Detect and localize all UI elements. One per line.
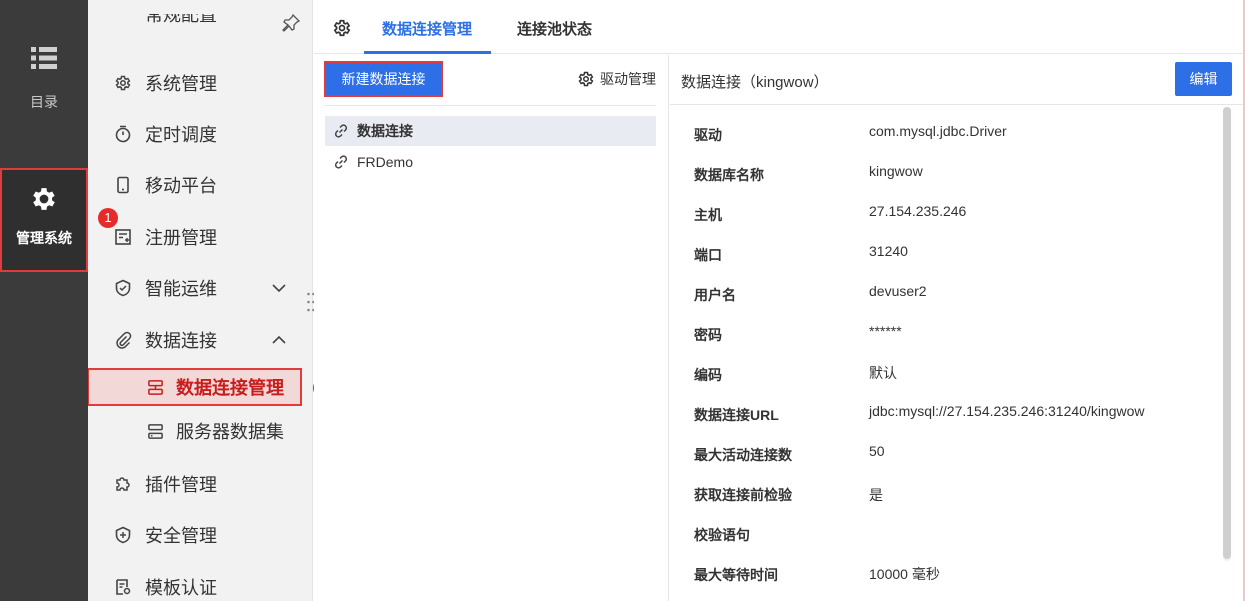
- paperclip-icon: [116, 331, 132, 349]
- link-icon: [334, 124, 348, 138]
- submenu-item-data-connection-management[interactable]: 数据连接管理: [88, 368, 302, 406]
- menu-item-smart-ops[interactable]: 智能运维: [88, 268, 312, 308]
- chevron-up-icon[interactable]: [271, 332, 287, 348]
- field-label: 编码: [694, 367, 722, 383]
- menu-item-label: 智能运维: [145, 279, 217, 299]
- list-icon: [31, 47, 57, 69]
- menu-item-template-certification[interactable]: 模板认证: [88, 567, 312, 601]
- menu-item-label: 定时调度: [145, 125, 217, 145]
- link-icon: [334, 155, 348, 169]
- field-value: kingwow: [869, 163, 923, 179]
- field-value: 31240: [869, 243, 908, 259]
- connection-list-panel: 新建数据连接 驱动管理 数据连接 FRDemo: [314, 55, 669, 601]
- connection-detail-panel: 数据连接（kingwow） 编辑 驱动 com.mysql.jdbc.Drive…: [670, 55, 1245, 601]
- menu-item-system-management[interactable]: 系统管理: [88, 63, 312, 103]
- menu-item-plugin-management[interactable]: 插件管理: [88, 464, 312, 504]
- tab-data-connection-management[interactable]: 数据连接管理: [364, 18, 491, 54]
- field-value: 50: [869, 443, 885, 459]
- connection-item-selected[interactable]: 数据连接: [325, 116, 656, 146]
- menu-item-data-connection[interactable]: 数据连接: [88, 320, 312, 360]
- gear-icon: [578, 71, 594, 87]
- submenu-item-label: 服务器数据集: [176, 422, 284, 442]
- submenu-item-label: 数据连接管理: [176, 378, 284, 398]
- menu-item-scheduling[interactable]: 定时调度: [88, 114, 312, 154]
- connection-item-label: 数据连接: [357, 123, 413, 139]
- field-label: 校验语句: [694, 527, 750, 543]
- gear-icon[interactable]: [332, 18, 352, 38]
- field-value: devuser2: [869, 283, 927, 299]
- menu-item-label: 移动平台: [145, 176, 217, 196]
- field-value: ******: [869, 323, 902, 339]
- menu-item-label: 注册管理: [145, 228, 217, 248]
- gear-icon: [33, 188, 55, 210]
- menu-item-label: 常规配置: [145, 14, 217, 25]
- field-label: 用户名: [694, 287, 736, 303]
- field-value: 27.154.235.246: [869, 203, 967, 219]
- divider: [670, 104, 1245, 105]
- ops-icon: [115, 279, 131, 297]
- field-label: 密码: [694, 327, 722, 343]
- menu-item-label: 系统管理: [145, 74, 217, 94]
- database-icon: [148, 379, 163, 395]
- tab-bar: 数据连接管理 连接池状态: [314, 0, 1245, 54]
- chevron-down-icon[interactable]: [271, 280, 287, 296]
- submenu-item-server-dataset[interactable]: 服务器数据集: [88, 412, 312, 450]
- menu-item-label: 安全管理: [145, 526, 217, 546]
- new-data-connection-button[interactable]: 新建数据连接: [324, 61, 443, 97]
- field-label: 驱动: [694, 127, 722, 143]
- rail-item-label: 管理系统: [16, 230, 72, 246]
- field-label: 数据库名称: [694, 167, 764, 183]
- menu-item-label: 数据连接: [145, 331, 217, 351]
- field-value: com.mysql.jdbc.Driver: [869, 123, 1007, 139]
- register-icon: [115, 229, 131, 245]
- rail-item-label: 目录: [30, 94, 58, 110]
- timer-icon: [115, 125, 131, 143]
- driver-management-label: 驱动管理: [600, 71, 656, 87]
- field-value: jdbc:mysql://27.154.235.246:31240/kingwo…: [869, 403, 1145, 419]
- step-badge-1: 1: [98, 208, 118, 228]
- field-label: 端口: [694, 247, 722, 263]
- edit-button[interactable]: 编辑: [1175, 62, 1232, 96]
- field-label: 主机: [694, 207, 722, 223]
- field-label: 获取连接前检验: [694, 487, 792, 503]
- menu-item-label: 插件管理: [145, 475, 217, 495]
- field-label: 数据连接URL: [694, 407, 779, 423]
- scrollbar-thumb[interactable]: [1223, 107, 1231, 559]
- rail-item-directory[interactable]: 目录: [0, 38, 88, 128]
- menu-item-registration[interactable]: 注册管理: [88, 217, 312, 257]
- tab-connection-pool-status[interactable]: 连接池状态: [517, 18, 592, 54]
- pin-icon[interactable]: [282, 14, 300, 32]
- left-rail: 目录 管理系统: [0, 0, 88, 601]
- puzzle-icon: [116, 477, 130, 491]
- gear-icon: [115, 75, 131, 91]
- server-dataset-icon: [148, 423, 163, 439]
- secondary-menu: 常规配置 系统管理 定时调度 移动平台 注册管理 智能运维 数据连接 数据连接管…: [88, 0, 313, 601]
- connection-item-label: FRDemo: [357, 154, 414, 170]
- menu-item-security-management[interactable]: 安全管理: [88, 515, 312, 555]
- certificate-icon: [116, 579, 131, 595]
- shield-icon: [115, 526, 131, 544]
- field-value: 是: [869, 487, 883, 503]
- field-value: 默认: [869, 365, 897, 381]
- menu-item-general-config[interactable]: 常规配置: [88, 14, 312, 38]
- detail-title: 数据连接（kingwow）: [681, 74, 829, 91]
- menu-item-label: 模板认证: [145, 578, 217, 598]
- field-label: 最大等待时间: [694, 567, 778, 583]
- field-value: 10000 毫秒: [869, 566, 940, 582]
- rail-item-admin-system[interactable]: 管理系统: [0, 168, 88, 272]
- driver-management-button[interactable]: 驱动管理: [577, 69, 656, 89]
- menu-item-mobile-platform[interactable]: 移动平台: [88, 165, 312, 205]
- mobile-icon: [117, 176, 129, 194]
- field-label: 最大活动连接数: [694, 447, 792, 463]
- connection-item[interactable]: FRDemo: [325, 147, 656, 177]
- divider: [324, 105, 656, 106]
